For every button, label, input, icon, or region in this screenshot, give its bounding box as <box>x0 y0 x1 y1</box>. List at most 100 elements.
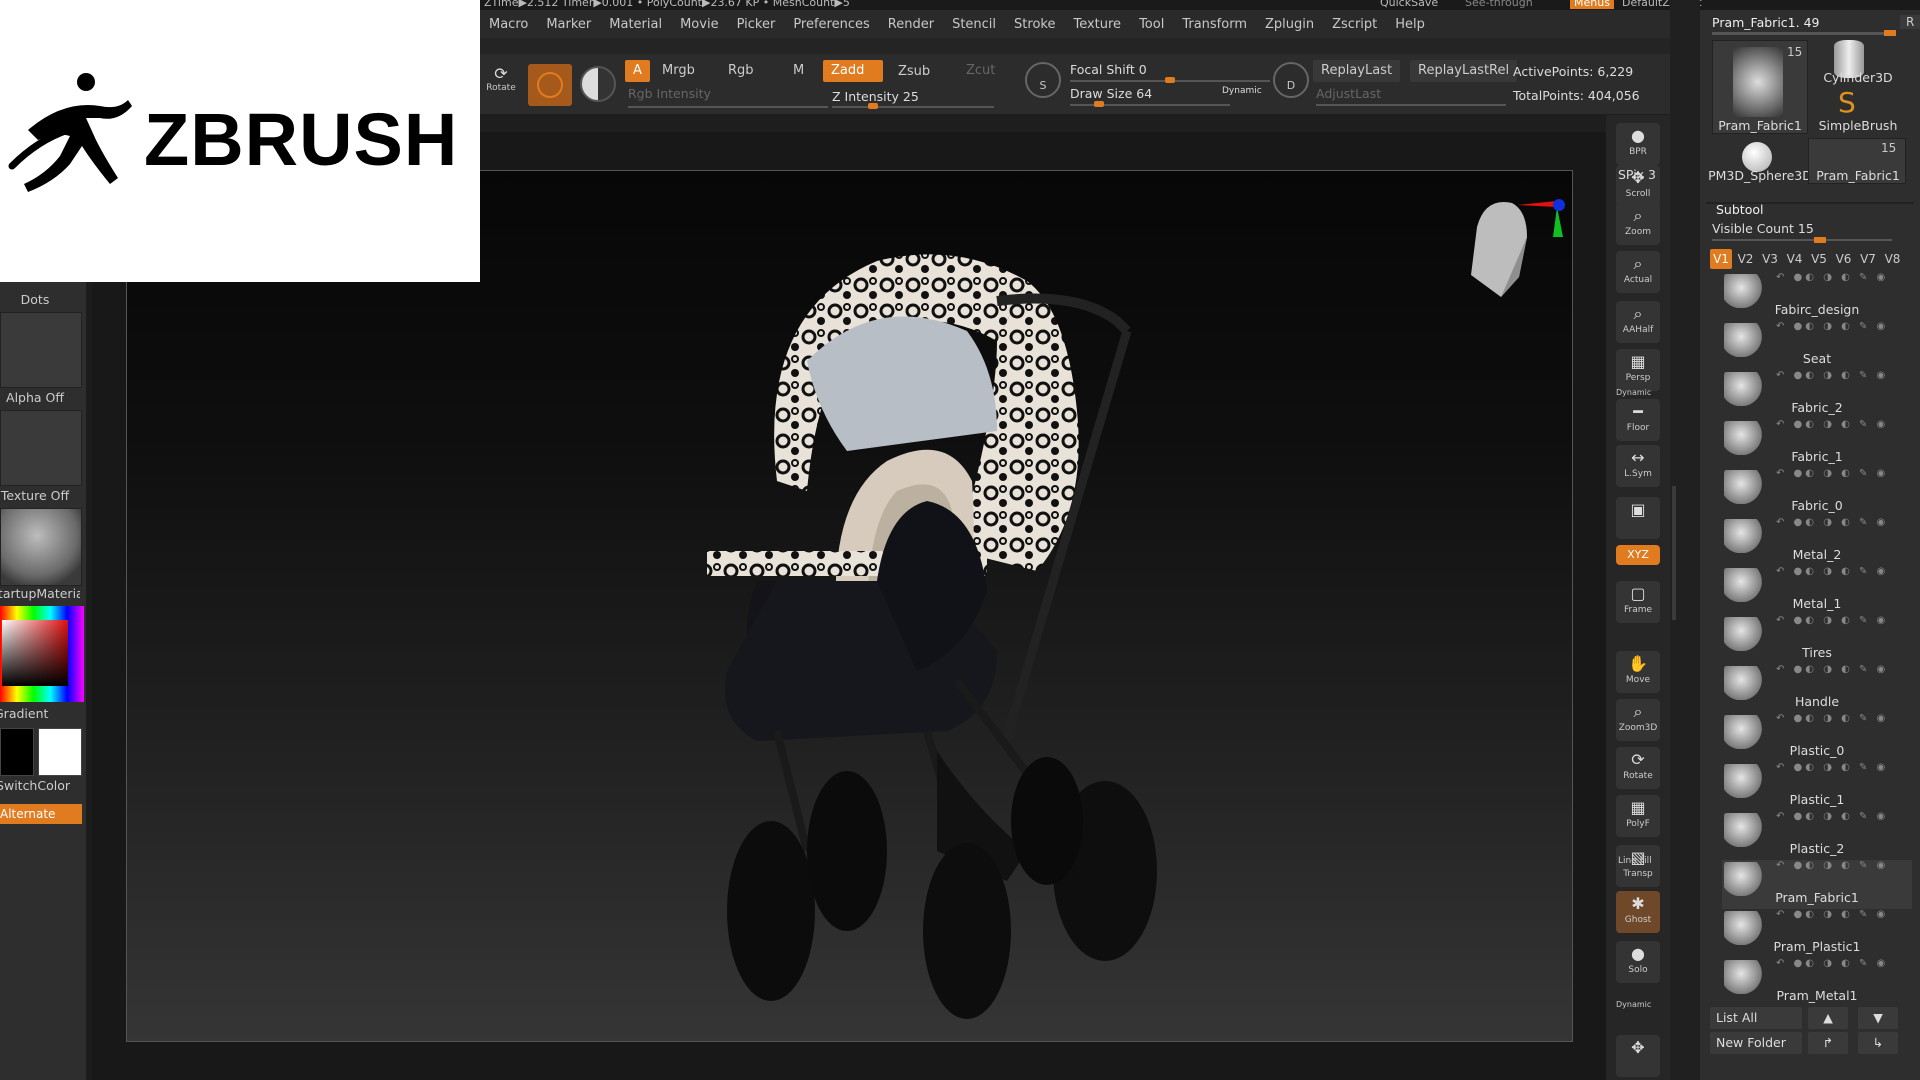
a-button[interactable]: A <box>625 60 650 82</box>
menu-picker[interactable]: Picker <box>728 17 785 32</box>
menu-macro[interactable]: Macro <box>480 17 537 32</box>
view-button-polyf[interactable]: ▦ PolyF <box>1616 795 1660 837</box>
rotate-tool[interactable]: ⟳ Rotate <box>486 64 516 100</box>
menu-movie[interactable]: Movie <box>671 17 727 32</box>
move-up-icon[interactable]: ▲ <box>1808 1007 1848 1029</box>
orientation-gizmo[interactable] <box>1457 197 1567 317</box>
dynamic-toggle[interactable]: Dynamic <box>1222 86 1262 96</box>
menus-button[interactable]: Menus <box>1570 0 1614 9</box>
texture-slot[interactable] <box>0 410 82 486</box>
subtool-item[interactable]: ↶ ●◐ ◑ ◐ ✎ ◉ Metal_2 <box>1722 517 1912 566</box>
subtool-item[interactable]: ↶ ●◐ ◑ ◐ ✎ ◉ Fabric_2 <box>1722 370 1912 419</box>
visible-count-knob[interactable] <box>1814 237 1826 243</box>
menu-transform[interactable]: Transform <box>1173 17 1256 32</box>
view-button-solo[interactable]: ● Solo <box>1616 941 1660 983</box>
subtool-item[interactable]: ↶ ●◐ ◑ ◐ ✎ ◉ Metal_1 <box>1722 566 1912 615</box>
view-button-ghost[interactable]: ✱ Ghost <box>1616 891 1660 933</box>
quicksave-button[interactable]: QuickSave <box>1380 0 1438 9</box>
version-tab-v6[interactable]: V6 <box>1833 249 1855 269</box>
pram-model[interactable] <box>697 251 1257 1021</box>
primary-color-swatch[interactable] <box>38 728 82 776</box>
subtool-item[interactable]: ↶ ●◐ ◑ ◐ ✎ ◉ Plastic_2 <box>1722 811 1912 860</box>
menu-zplugin[interactable]: Zplugin <box>1256 17 1323 32</box>
move-down-icon[interactable]: ▼ <box>1858 1007 1898 1029</box>
version-tab-v2[interactable]: V2 <box>1735 249 1757 269</box>
subtool-toggles[interactable]: ↶ ●◐ ◑ ◐ ✎ ◉ <box>1776 517 1888 528</box>
spix-label[interactable]: SPix 3 <box>1618 167 1656 182</box>
tool-slider-knob[interactable] <box>1884 30 1896 36</box>
z-intensity-knob[interactable] <box>867 103 878 109</box>
see-through-slider[interactable]: See-through <box>1465 0 1533 9</box>
adjust-last-slider[interactable] <box>1316 104 1506 106</box>
subtool-toggles[interactable]: ↶ ●◐ ◑ ◐ ✎ ◉ <box>1776 958 1888 969</box>
subtool-item[interactable]: ↶ ●◐ ◑ ◐ ✎ ◉ Pram_Fabric1 <box>1722 860 1912 909</box>
subtool-item[interactable]: ↶ ●◐ ◑ ◐ ✎ ◉ Fabric_1 <box>1722 419 1912 468</box>
focal-shift-knob[interactable] <box>1165 77 1175 83</box>
view-button-lsym[interactable]: ↔ L.Sym <box>1616 445 1660 487</box>
view-button-zoom3d[interactable]: ⌕ Zoom3D <box>1616 699 1660 741</box>
menu-stencil[interactable]: Stencil <box>943 17 1005 32</box>
replay-last-rel-button[interactable]: ReplayLastRel <box>1410 60 1518 82</box>
view-button-aahalf[interactable]: ⌕ AAHalf <box>1616 301 1660 343</box>
view-button-actual[interactable]: ⌕ Actual <box>1616 251 1660 293</box>
menu-tool[interactable]: Tool <box>1130 17 1173 32</box>
subtool-toggles[interactable]: ↶ ●◐ ◑ ◐ ✎ ◉ <box>1776 419 1888 430</box>
view-button-zoom[interactable]: ⌕ Zoom <box>1616 203 1660 245</box>
mrgb-button[interactable]: Mrgb <box>654 60 703 82</box>
subtool-toggles[interactable]: ↶ ●◐ ◑ ◐ ✎ ◉ <box>1776 321 1888 332</box>
version-tab-v5[interactable]: V5 <box>1808 249 1830 269</box>
menu-zscript[interactable]: Zscript <box>1323 17 1386 32</box>
draw-size-knob[interactable] <box>1094 101 1104 107</box>
visible-count-slider[interactable] <box>1712 239 1892 241</box>
rgb-button[interactable]: Rgb <box>720 60 762 82</box>
secondary-color-swatch[interactable] <box>0 728 34 776</box>
subtool-item[interactable]: ↶ ●◐ ◑ ◐ ✎ ◉ Fabric_0 <box>1722 468 1912 517</box>
version-tab-v3[interactable]: V3 <box>1759 249 1781 269</box>
subtool-toggles[interactable]: ↶ ●◐ ◑ ◐ ✎ ◉ <box>1776 615 1888 626</box>
menu-marker[interactable]: Marker <box>537 17 600 32</box>
folder-exit-icon[interactable]: ↳ <box>1858 1032 1898 1054</box>
subtool-item[interactable]: ↶ ●◐ ◑ ◐ ✎ ◉ Plastic_0 <box>1722 713 1912 762</box>
material-sphere-icon[interactable] <box>580 66 616 102</box>
view-button-floor[interactable]: ━ Floor <box>1616 399 1660 441</box>
subtool-item[interactable]: ↶ ●◐ ◑ ◐ ✎ ◉ Seat <box>1722 321 1912 370</box>
color-picker-square[interactable] <box>2 620 68 686</box>
replay-last-button[interactable]: ReplayLast <box>1313 60 1401 82</box>
rgb-intensity-slider[interactable] <box>628 106 828 108</box>
subtool-toggles[interactable]: ↶ ●◐ ◑ ◐ ✎ ◉ <box>1776 468 1888 479</box>
version-tab-v4[interactable]: V4 <box>1784 249 1806 269</box>
subtool-item[interactable]: ↶ ●◐ ◑ ◐ ✎ ◉ Handle <box>1722 664 1912 713</box>
view-button-persp[interactable]: ▦ Persp <box>1616 349 1660 391</box>
alpha-slot[interactable] <box>0 312 82 388</box>
view-button-xyz[interactable]: ⟲XYZ <box>1616 545 1660 565</box>
version-tab-v8[interactable]: V8 <box>1882 249 1904 269</box>
zadd-button[interactable]: Zadd <box>823 60 883 82</box>
subtool-toggles[interactable]: ↶ ●◐ ◑ ◐ ✎ ◉ <box>1776 272 1888 283</box>
m-button[interactable]: M <box>785 60 812 82</box>
new-folder-button[interactable]: New Folder <box>1710 1032 1802 1054</box>
subtool-item[interactable]: ↶ ●◐ ◑ ◐ ✎ ◉ Pram_Plastic1 <box>1722 909 1912 958</box>
menu-material[interactable]: Material <box>600 17 671 32</box>
material-slot[interactable] <box>0 508 82 586</box>
view-button-transp[interactable]: ▧ Transp <box>1616 845 1660 887</box>
r-button[interactable]: R <box>1900 15 1920 29</box>
scrollbar[interactable] <box>1672 486 1676 620</box>
subtool-item[interactable]: ↶ ●◐ ◑ ◐ ✎ ◉ Fabirc_design <box>1722 272 1912 321</box>
tool-slider[interactable] <box>1712 32 1892 35</box>
subtool-toggles[interactable]: ↶ ●◐ ◑ ◐ ✎ ◉ <box>1776 566 1888 577</box>
view-button-bpr[interactable]: ● BPR <box>1616 123 1660 165</box>
subtool-toggles[interactable]: ↶ ●◐ ◑ ◐ ✎ ◉ <box>1776 909 1888 920</box>
simple-brush-icon[interactable]: S <box>1838 86 1856 119</box>
list-all-button[interactable]: List All <box>1710 1007 1802 1029</box>
zsub-button[interactable]: Zsub <box>890 61 938 83</box>
version-tab-v1[interactable]: V1 <box>1710 249 1732 269</box>
d-button[interactable]: D <box>1273 62 1309 98</box>
subtool-item[interactable]: ↶ ●◐ ◑ ◐ ✎ ◉ Tires <box>1722 615 1912 664</box>
menu-preferences[interactable]: Preferences <box>784 17 878 32</box>
subtool-toggles[interactable]: ↶ ●◐ ◑ ◐ ✎ ◉ <box>1776 713 1888 724</box>
switch-color-label[interactable]: SwitchColor <box>0 778 70 793</box>
alternate-button[interactable]: Alternate <box>0 804 82 824</box>
view-button-xpose[interactable]: ✥ <box>1616 1035 1660 1077</box>
document-canvas[interactable] <box>126 170 1573 1042</box>
subtool-toggles[interactable]: ↶ ●◐ ◑ ◐ ✎ ◉ <box>1776 664 1888 675</box>
